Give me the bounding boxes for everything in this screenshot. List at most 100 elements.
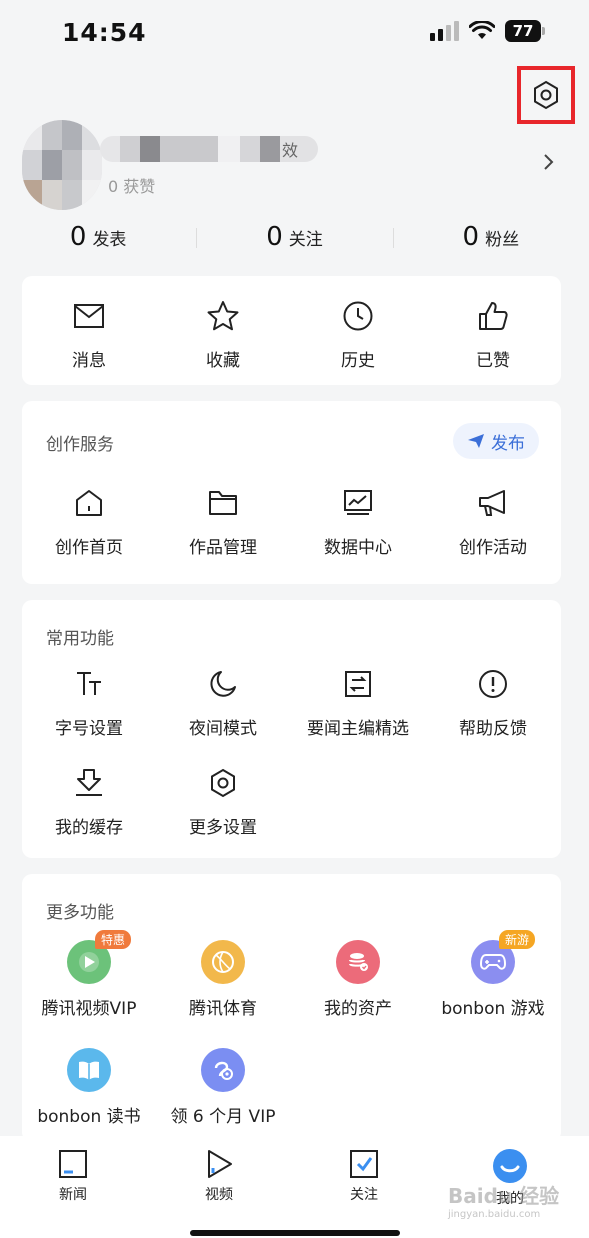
assets-icon xyxy=(336,940,380,984)
creation-data[interactable]: 数据中心 xyxy=(291,483,425,558)
profile-header[interactable]: 效 0 获赞 xyxy=(0,110,589,210)
watermark-url: jingyan.baidu.com xyxy=(448,1209,541,1220)
common-label: 更多设置 xyxy=(189,818,257,838)
common-label: 字号设置 xyxy=(55,719,123,739)
star-icon xyxy=(207,301,239,331)
stat-posts[interactable]: 0 发表 xyxy=(0,222,196,262)
common-functions-card: 常用功能 字号设置 夜间模式 要闻主编精选 帮助反馈 我的缓存 更多设置 xyxy=(22,600,561,858)
quick-actions-card: 消息 收藏 历史 已赞 xyxy=(22,276,561,385)
editor-picks[interactable]: 要闻主编精选 xyxy=(291,664,425,739)
thumb-up-icon xyxy=(479,302,508,330)
follow-icon xyxy=(350,1150,378,1178)
video-icon xyxy=(208,1150,232,1178)
stats-row: 0 发表 0 关注 0 粉丝 xyxy=(0,222,589,262)
more-label: 腾讯视频VIP xyxy=(41,999,137,1019)
hex-gear-icon xyxy=(534,80,558,110)
battery-icon: 77 xyxy=(505,20,545,42)
vip-icon xyxy=(201,1048,245,1092)
chart-icon xyxy=(344,490,372,515)
nav-news[interactable]: 新闻 xyxy=(33,1148,113,1204)
home-icon xyxy=(76,490,102,516)
common-label: 帮助反馈 xyxy=(459,719,527,739)
clock-icon xyxy=(343,301,373,331)
claim-vip[interactable]: 领 6 个月 VIP xyxy=(156,1048,290,1127)
card-title: 常用功能 xyxy=(46,629,114,649)
wifi-icon xyxy=(469,21,495,39)
avatar[interactable] xyxy=(22,120,102,210)
send-icon xyxy=(468,434,484,448)
swap-icon xyxy=(345,671,371,697)
book-icon xyxy=(67,1048,111,1092)
mail-icon xyxy=(74,304,104,328)
more-functions-card: 更多功能 特惠 腾讯视频VIP 腾讯体育 我的资产 新游 bonbon 游戏 b… xyxy=(22,874,561,1142)
quick-label: 消息 xyxy=(72,351,106,371)
nav-video[interactable]: 视频 xyxy=(179,1148,259,1204)
common-label: 夜间模式 xyxy=(189,719,257,739)
publish-label: 发布 xyxy=(491,433,525,454)
quick-label: 收藏 xyxy=(206,351,240,371)
stat-label: 关注 xyxy=(288,230,323,250)
creation-works[interactable]: 作品管理 xyxy=(156,483,290,558)
more-label: 我的资产 xyxy=(324,999,392,1019)
battery-level: 77 xyxy=(505,20,541,42)
chevron-right-icon[interactable] xyxy=(542,152,554,177)
me-icon xyxy=(493,1149,527,1183)
tencent-video-vip[interactable]: 特惠 腾讯视频VIP xyxy=(22,930,156,1019)
nav-label: 新闻 xyxy=(59,1187,87,1203)
stat-num: 0 xyxy=(266,222,283,252)
creation-label: 创作首页 xyxy=(55,538,123,558)
more-label: 腾讯体育 xyxy=(189,999,257,1019)
cellular-signal-icon xyxy=(430,21,459,41)
new-game-badge: 新游 xyxy=(499,930,536,949)
likes-count: 0 获赞 xyxy=(108,177,156,196)
alert-icon xyxy=(479,670,507,698)
creation-home[interactable]: 创作首页 xyxy=(22,483,156,558)
bonbon-reading[interactable]: bonbon 读书 xyxy=(22,1048,156,1127)
creation-activities[interactable]: 创作活动 xyxy=(426,483,560,558)
night-mode[interactable]: 夜间模式 xyxy=(156,664,290,739)
creation-label: 作品管理 xyxy=(189,538,257,558)
quick-history[interactable]: 历史 xyxy=(291,296,425,371)
moon-icon xyxy=(210,671,236,697)
bonbon-games[interactable]: 新游 bonbon 游戏 xyxy=(426,930,560,1019)
help-feedback[interactable]: 帮助反馈 xyxy=(426,664,560,739)
quick-messages[interactable]: 消息 xyxy=(22,296,156,371)
stat-fans[interactable]: 0 粉丝 xyxy=(392,222,589,262)
my-assets[interactable]: 我的资产 xyxy=(291,940,425,1019)
sports-icon xyxy=(201,940,245,984)
baidu-watermark: Baidu 经验 jingyan.baidu.com xyxy=(448,1180,559,1220)
nav-label: 视频 xyxy=(205,1187,233,1203)
home-indicator xyxy=(190,1230,400,1236)
status-bar: 14:54 77 xyxy=(0,0,589,60)
quick-label: 已赞 xyxy=(476,351,510,371)
status-icons: 77 xyxy=(430,20,545,42)
status-time: 14:54 xyxy=(62,18,147,47)
my-cache[interactable]: 我的缓存 xyxy=(22,763,156,838)
username-tag: 效 xyxy=(282,141,299,160)
font-size-icon xyxy=(77,672,101,695)
font-size-setting[interactable]: 字号设置 xyxy=(22,664,156,739)
creation-label: 创作活动 xyxy=(459,538,527,558)
more-settings[interactable]: 更多设置 xyxy=(156,763,290,838)
quick-label: 历史 xyxy=(341,351,375,371)
download-icon xyxy=(76,769,102,796)
common-label: 我的缓存 xyxy=(55,818,123,838)
more-label: 领 6 个月 VIP xyxy=(170,1107,276,1127)
folder-icon xyxy=(209,491,237,515)
common-label: 要闻主编精选 xyxy=(307,719,409,739)
publish-button[interactable]: 发布 xyxy=(453,423,539,459)
stat-label: 粉丝 xyxy=(485,230,520,250)
megaphone-icon xyxy=(479,490,505,516)
card-title: 更多功能 xyxy=(46,903,114,923)
news-icon xyxy=(59,1150,87,1178)
quick-liked[interactable]: 已赞 xyxy=(426,296,560,371)
hex-gear-icon xyxy=(211,768,235,798)
stat-num: 0 xyxy=(462,222,480,252)
gamepad-icon: 新游 xyxy=(471,930,536,984)
quick-favorites[interactable]: 收藏 xyxy=(156,296,290,371)
tencent-sports[interactable]: 腾讯体育 xyxy=(156,940,290,1019)
card-title: 创作服务 xyxy=(46,435,114,455)
creation-label: 数据中心 xyxy=(324,538,392,558)
stat-following[interactable]: 0 关注 xyxy=(196,222,392,262)
nav-follow[interactable]: 关注 xyxy=(324,1148,404,1204)
